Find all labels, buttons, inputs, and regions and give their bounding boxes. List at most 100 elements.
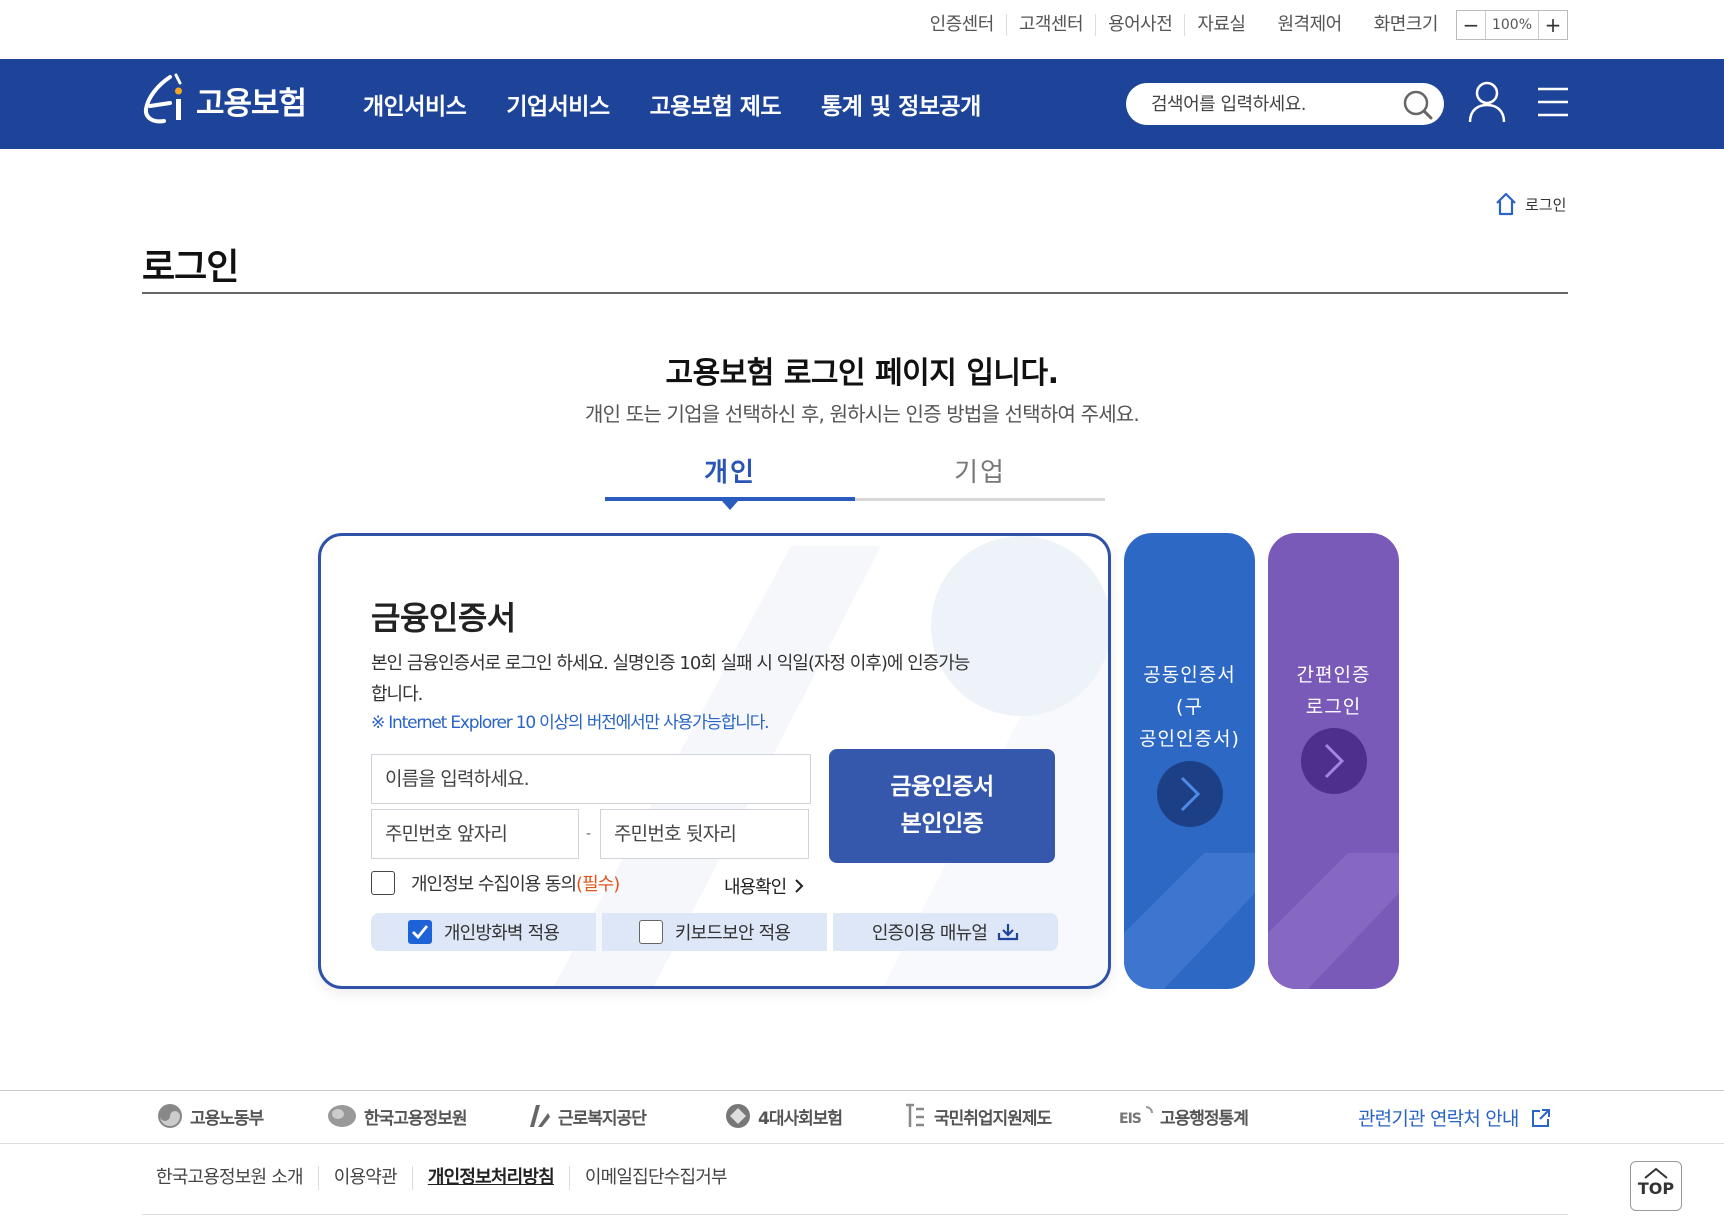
joint-cert-login-card[interactable]: 공동인증서 (구 공인인증서) [1124,533,1255,989]
view-terms-label: 내용확인 [724,877,787,898]
menu-insurance-system[interactable]: 고용보험 제도 [650,87,782,121]
zoom-out-button[interactable]: − [1457,11,1485,39]
keyboard-security-option[interactable]: 키보드보안 적용 [602,913,827,951]
org-comwel-label: 근로복지공단 [558,1108,647,1129]
login-type-tabs: 개인 기업 [605,452,1105,510]
zoom-in-button[interactable]: + [1539,11,1567,39]
eis-logo-icon: EIS [1119,1106,1153,1127]
login-headline: 고용보험 로그인 페이지 입니다. [665,356,1059,391]
menu-business-service[interactable]: 기업서비스 [506,87,610,121]
firewall-checkbox[interactable] [407,920,432,944]
search-box [1126,83,1444,125]
card-title: 금융인증서 [371,599,516,637]
main-header: 고용보험 개인서비스 기업서비스 고용보험 제도 통계 및 정보공개 [0,59,1724,149]
name-input[interactable] [371,754,811,804]
privacy-agree-row: 개인정보 수집이용 동의 (필수) [371,870,620,896]
card-description: 본인 금융인증서로 로그인 하세요. 실명인증 10회 실패 시 익일(자정 이… [371,653,970,705]
keyboard-security-checkbox[interactable] [638,920,663,944]
user-icon[interactable] [1468,80,1506,124]
chevron-up-icon [1644,1167,1668,1179]
svg-text:EIS: EIS [1119,1111,1142,1127]
page-title: 로그인 [142,247,239,288]
org-eis[interactable]: EIS 고용행정통계 [1118,1100,1249,1132]
footer-link-email-refusal[interactable]: 이메일집단수집거부 [568,1166,742,1190]
footer-divider-3 [142,1214,1568,1215]
screen-size-label: 화면크기 [1373,14,1439,35]
financial-cert-auth-button[interactable]: 금융인증서 본인인증 [829,749,1055,863]
org-employment-support[interactable]: 국민취업지원제도 [900,1100,1052,1132]
scroll-top-button[interactable]: TOP [1630,1161,1682,1211]
breadcrumb: 로그인 [1495,192,1566,216]
footer-link-about[interactable]: 한국고용정보원 소개 [156,1166,318,1190]
auth-button-line1: 금융인증서 [890,774,994,800]
tab-business[interactable]: 기업 [855,452,1105,489]
joint-cert-label-line3: 공인인증서) [1139,728,1240,750]
keyboard-security-label: 키보드보안 적용 [674,923,791,944]
utility-link-customer-center[interactable]: 고객센터 [1005,14,1095,36]
zoom-value: 100% [1485,11,1539,39]
view-terms-link[interactable]: 내용확인 [724,873,804,899]
org-employment-support-label: 국민취업지원제도 [934,1108,1052,1129]
simple-auth-go-button[interactable] [1301,728,1367,794]
utility-link-cert-center[interactable]: 인증센터 [918,14,1006,36]
footer-link-privacy[interactable]: 개인정보처리방침 [411,1166,569,1190]
scroll-top-label: TOP [1637,1179,1675,1198]
simple-auth-login-card[interactable]: 간편인증 로그인 [1268,533,1399,989]
org-keis-label: 한국고용정보원 [364,1108,467,1129]
privacy-agree-checkbox[interactable] [371,871,395,895]
privacy-agree-label: 개인정보 수집이용 동의 [411,874,577,895]
org-eis-label: 고용행정통계 [1160,1108,1249,1129]
ei-logo-icon [143,73,182,124]
joint-cert-go-button[interactable] [1157,761,1223,827]
related-contacts-link[interactable]: 관련기관 연락처 안내 [1358,1104,1551,1131]
search-icon[interactable] [1402,89,1434,121]
main-menu: 개인서비스 기업서비스 고용보험 제도 통계 및 정보공개 [363,87,1021,121]
manual-download-button[interactable]: 인증이용 매뉴얼 [833,913,1058,951]
moel-logo-icon [158,1104,182,1128]
comwel-logo-icon [530,1105,550,1127]
org-keis[interactable]: 한국고용정보원 [326,1100,467,1132]
4insure-logo-icon [726,1104,750,1128]
utility-link-remote-control[interactable]: 원격제어 [1258,14,1354,36]
logo-text: 고용보험 [196,85,307,122]
search-input[interactable] [1151,93,1391,115]
utility-link-library[interactable]: 자료실 [1184,14,1257,36]
tab-active-arrow [722,501,738,510]
tab-personal[interactable]: 개인 [605,452,855,489]
related-contacts-label: 관련기관 연락처 안내 [1358,1108,1519,1130]
menu-personal-service[interactable]: 개인서비스 [363,87,467,121]
financial-cert-card: 금융인증서 본인 금융인증서로 로그인 하세요. 실명인증 10회 실패 시 익… [318,533,1111,989]
title-divider [142,292,1568,294]
joint-cert-label-line2: (구 [1176,696,1203,718]
footer-links: 한국고용정보원 소개 이용약관 개인정보처리방침 이메일집단수집거부 [156,1166,742,1190]
org-comwel[interactable]: 근로복지공단 [526,1100,647,1132]
footer-divider-2 [0,1143,1724,1144]
site-logo[interactable]: 고용보험 [140,73,307,127]
org-moel[interactable]: 고용노동부 [156,1100,264,1132]
footer-link-terms[interactable]: 이용약관 [317,1166,412,1190]
employment-support-logo-icon [906,1103,924,1127]
firewall-label: 개인방화벽 적용 [443,923,560,944]
browser-note: ※ Internet Explorer 10 이상의 버전에서만 사용가능합니다… [371,713,770,733]
rrn-back-input[interactable] [600,809,809,859]
utility-bar: 인증센터 고객센터 용어사전 자료실 원격제어 화면크기 − 100% + [0,0,1724,59]
firewall-option[interactable]: 개인방화벽 적용 [371,913,596,951]
manual-label: 인증이용 매뉴얼 [871,923,988,944]
zoom-control: − 100% + [1456,10,1568,40]
required-mark: (필수) [576,874,620,895]
utility-link-glossary[interactable]: 용어사전 [1095,14,1184,36]
keis-logo-icon [328,1105,356,1127]
auth-button-line2: 본인인증 [900,811,984,837]
home-icon[interactable] [1495,192,1517,216]
org-4insure-label: 4대사회보험 [758,1108,843,1129]
menu-statistics[interactable]: 통계 및 정보공개 [821,87,981,121]
login-subtitle: 개인 또는 기업을 선택하신 후, 원하시는 인증 방법을 선택하여 주세요. [585,402,1140,426]
related-orgs: 고용노동부 한국고용정보원 근로복지공단 4대사회보험 국민취업지원제도 EIS… [156,1100,1556,1132]
chevron-right-icon [795,879,804,893]
chevron-right-icon [1180,776,1201,812]
rrn-dash: - [586,826,592,842]
rrn-front-input[interactable] [371,809,579,859]
hamburger-menu-icon[interactable] [1537,87,1569,117]
footer-divider [0,1090,1724,1091]
org-4insure[interactable]: 4대사회보험 [724,1100,843,1132]
